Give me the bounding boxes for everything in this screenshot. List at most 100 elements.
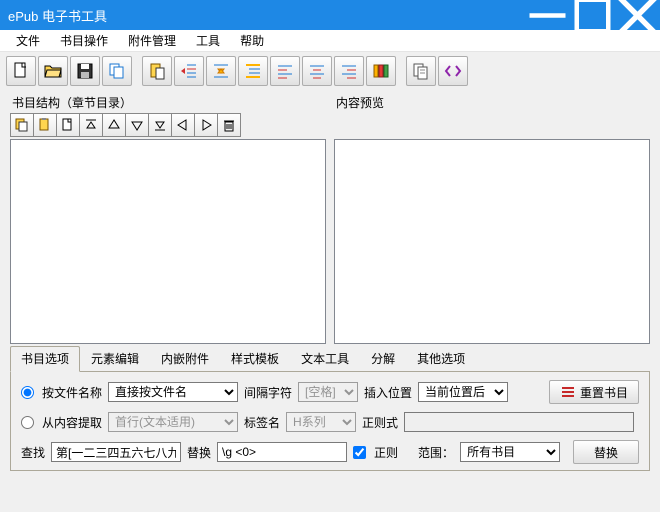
reset-label: 重置书目 <box>580 384 628 401</box>
tab-book-options[interactable]: 书目选项 <box>10 346 80 372</box>
menu-attach[interactable]: 附件管理 <box>118 30 186 51</box>
menu-file[interactable]: 文件 <box>6 30 50 51</box>
indent-b-button[interactable] <box>238 56 268 86</box>
outdent-button[interactable] <box>174 56 204 86</box>
replace-button[interactable]: 替换 <box>573 440 639 464</box>
indent-a-button[interactable] <box>206 56 236 86</box>
tree-title: 书目结构（章节目录） <box>10 94 326 111</box>
tree-toolbar <box>10 113 326 137</box>
tab-text-tools[interactable]: 文本工具 <box>290 346 360 371</box>
sep-label: 间隔字符 <box>244 384 292 401</box>
new-icon <box>11 61 31 81</box>
tab-split[interactable]: 分解 <box>360 346 406 371</box>
align-right-button[interactable] <box>334 56 364 86</box>
reset-book-button[interactable]: 重置书目 <box>549 380 639 404</box>
label-by-filename: 按文件名称 <box>42 384 102 401</box>
move-up-icon <box>106 117 122 133</box>
books-icon <box>371 61 391 81</box>
radio-by-filename[interactable] <box>21 386 34 399</box>
tab-style-template[interactable]: 样式模板 <box>220 346 290 371</box>
tag-label: 标签名 <box>244 414 280 431</box>
app-title: ePub 电子书工具 <box>8 6 525 25</box>
align-center-icon <box>307 61 327 81</box>
maximize-button[interactable] <box>570 0 615 30</box>
pages-icon <box>411 61 431 81</box>
tree-up-button[interactable] <box>102 113 126 137</box>
tag-select[interactable]: H系列 <box>286 412 356 432</box>
tab-embed-attach[interactable]: 内嵌附件 <box>150 346 220 371</box>
tree-paste-button[interactable] <box>33 113 57 137</box>
list-icon <box>560 385 576 399</box>
tree-down-button[interactable] <box>125 113 149 137</box>
new-button[interactable] <box>6 56 36 86</box>
open-icon <box>43 61 63 81</box>
left-indent-icon <box>243 61 263 81</box>
menu-help[interactable]: 帮助 <box>230 30 274 51</box>
close-button[interactable] <box>615 0 660 30</box>
tab-other[interactable]: 其他选项 <box>406 346 476 371</box>
menu-book[interactable]: 书目操作 <box>50 30 118 51</box>
indent-icon <box>211 61 231 81</box>
tree-listbox[interactable] <box>10 139 326 344</box>
align-left-icon <box>275 61 295 81</box>
tab-bar: 书目选项 元素编辑 内嵌附件 样式模板 文本工具 分解 其他选项 <box>10 346 650 372</box>
radio-by-content[interactable] <box>21 416 34 429</box>
label-by-content: 从内容提取 <box>42 414 102 431</box>
body-area: 书目结构（章节目录） 内容预览 <box>0 90 660 346</box>
paste-button[interactable] <box>142 56 172 86</box>
scope-select[interactable]: 所有书目 <box>460 442 560 462</box>
tree-bottom-button[interactable] <box>148 113 172 137</box>
pages-button[interactable] <box>406 56 436 86</box>
minimize-button[interactable] <box>525 0 570 30</box>
align-right-icon <box>339 61 359 81</box>
menu-tools[interactable]: 工具 <box>186 30 230 51</box>
move-top-icon <box>83 117 99 133</box>
content-mode-select[interactable]: 首行(文本适用) <box>108 412 238 432</box>
new-node-icon <box>60 117 76 133</box>
books-button[interactable] <box>366 56 396 86</box>
find-input[interactable] <box>51 442 181 462</box>
paste-icon <box>147 61 167 81</box>
tree-delete-button[interactable] <box>217 113 241 137</box>
align-center-button[interactable] <box>302 56 332 86</box>
regex-cb-label: 正则 <box>374 444 398 461</box>
sep-select[interactable]: [空格] <box>298 382 358 402</box>
code-icon <box>443 61 463 81</box>
copy-icon <box>14 117 30 133</box>
save-button[interactable] <box>70 56 100 86</box>
tree-top-button[interactable] <box>79 113 103 137</box>
preview-panel: 内容预览 <box>334 94 650 344</box>
insert-select[interactable]: 当前位置后 <box>418 382 508 402</box>
title-bar: ePub 电子书工具 <box>0 0 660 30</box>
preview-box[interactable] <box>334 139 650 344</box>
regex-input[interactable] <box>404 412 634 432</box>
scope-label: 范围： <box>418 444 454 461</box>
preview-title: 内容预览 <box>334 94 650 111</box>
delete-icon <box>221 117 237 133</box>
open-button[interactable] <box>38 56 68 86</box>
save-icon <box>75 61 95 81</box>
paste-icon <box>37 117 53 133</box>
regex-label: 正则式 <box>362 414 398 431</box>
move-down-icon <box>129 117 145 133</box>
insert-label: 插入位置 <box>364 384 412 401</box>
filename-mode-select[interactable]: 直接按文件名 <box>108 382 238 402</box>
tree-copy-button[interactable] <box>10 113 34 137</box>
tree-right-button[interactable] <box>194 113 218 137</box>
code-button[interactable] <box>438 56 468 86</box>
replace-label: 替换 <box>187 444 211 461</box>
options-area: 书目选项 元素编辑 内嵌附件 样式模板 文本工具 分解 其他选项 按文件名称 直… <box>0 346 660 477</box>
tab-element-edit[interactable]: 元素编辑 <box>80 346 150 371</box>
replace-btn-label: 替换 <box>594 444 618 461</box>
copy-button[interactable] <box>102 56 132 86</box>
book-options-panel: 按文件名称 直接按文件名 间隔字符 [空格] 插入位置 当前位置后 重置书目 从… <box>10 372 650 471</box>
tree-new-button[interactable] <box>56 113 80 137</box>
regex-checkbox[interactable] <box>353 446 366 459</box>
tree-left-button[interactable] <box>171 113 195 137</box>
move-left-icon <box>175 117 191 133</box>
tree-panel: 书目结构（章节目录） <box>10 94 326 344</box>
replace-input[interactable] <box>217 442 347 462</box>
main-toolbar <box>0 52 660 90</box>
copy-icon <box>107 61 127 81</box>
align-left-button[interactable] <box>270 56 300 86</box>
